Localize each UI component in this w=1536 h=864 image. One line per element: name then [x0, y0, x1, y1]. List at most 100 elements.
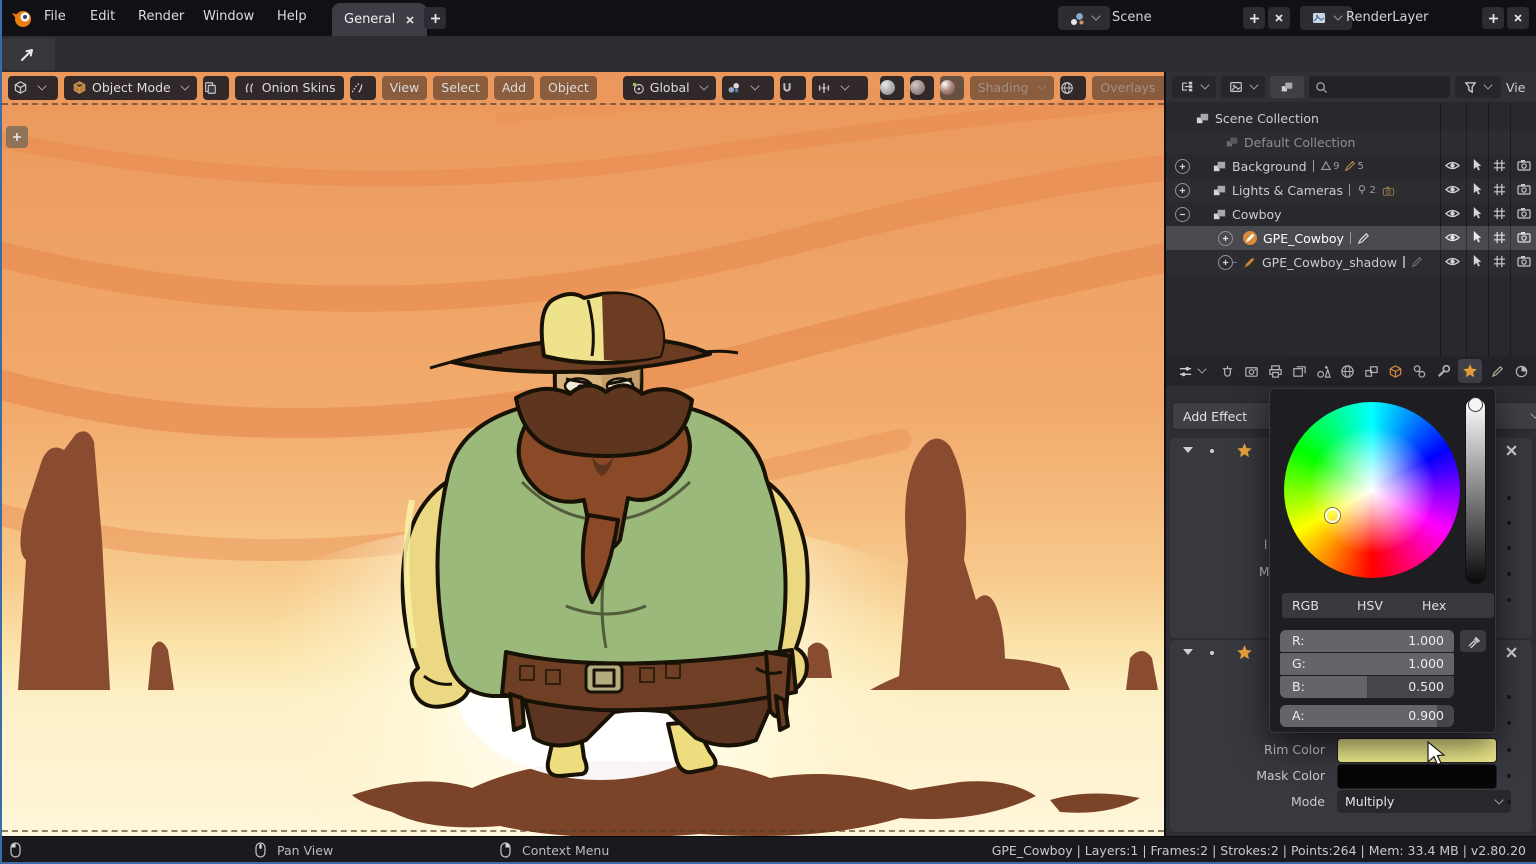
eye-icon[interactable]	[1445, 232, 1461, 243]
camera-icon[interactable]	[1517, 159, 1531, 171]
grid-icon[interactable]	[1493, 159, 1506, 172]
pointer-icon[interactable]	[1471, 230, 1483, 244]
grid-icon[interactable]	[1493, 183, 1506, 196]
outliner-row-scene-collection[interactable]: Scene Collection	[1166, 106, 1536, 130]
menu-add[interactable]: Add	[493, 75, 535, 100]
eye-icon[interactable]	[1445, 208, 1461, 219]
animate-dot[interactable]	[1507, 748, 1511, 752]
tab-tool[interactable]	[1218, 359, 1236, 383]
remove-effect-icon[interactable]	[1505, 646, 1518, 659]
expand-icon[interactable]	[1175, 182, 1190, 198]
tab-material[interactable]	[1512, 359, 1530, 383]
tab-world[interactable]	[1338, 359, 1356, 383]
channel-b-slider[interactable]: B: 0.500	[1280, 676, 1454, 698]
active-tool-button[interactable]	[0, 38, 55, 70]
expand-icon[interactable]	[1218, 254, 1233, 270]
grease-pencil-copy-button[interactable]	[202, 75, 229, 100]
pointer-icon[interactable]	[1471, 206, 1483, 220]
camera-icon[interactable]	[1517, 255, 1531, 267]
menu-edit[interactable]: Edit	[90, 9, 115, 24]
snap-toggle-button[interactable]	[779, 75, 806, 100]
mask-color-swatch[interactable]	[1337, 764, 1497, 789]
shading-material-button[interactable]	[909, 75, 934, 100]
menu-render[interactable]: Render	[138, 9, 184, 24]
row-restrictions[interactable]	[1440, 230, 1536, 244]
remove-render-layer-button[interactable]	[1507, 7, 1529, 29]
channel-g-slider[interactable]: G: 1.000	[1280, 653, 1454, 675]
tab-hex[interactable]: Hex	[1412, 593, 1494, 618]
menu-window[interactable]: Window	[203, 9, 254, 24]
pointer-icon[interactable]	[1471, 254, 1483, 268]
scene-collection-filter-button[interactable]	[1270, 76, 1304, 98]
animate-dot[interactable]	[1507, 496, 1511, 500]
workspace-tab-general[interactable]: General	[332, 3, 428, 36]
scene-name[interactable]: Scene	[1112, 10, 1152, 25]
camera-icon[interactable]	[1517, 207, 1531, 219]
animate-dot[interactable]	[1507, 800, 1511, 804]
tab-data[interactable]	[1488, 359, 1506, 383]
tab-view-layer[interactable]	[1290, 359, 1308, 383]
outliner-row-default-collection[interactable]: Default Collection	[1166, 130, 1536, 154]
overlays-dropdown[interactable]: Overlays	[1092, 75, 1164, 100]
camera-icon[interactable]	[1517, 183, 1531, 195]
add-render-layer-button[interactable]	[1482, 7, 1504, 29]
snap-target-dropdown[interactable]	[721, 75, 774, 100]
grid-icon[interactable]	[1493, 207, 1506, 220]
animate-dot[interactable]	[1507, 546, 1511, 550]
viewport-3d[interactable]: Object Mode Onion Skins View Select Add …	[2, 72, 1164, 836]
eye-icon[interactable]	[1445, 184, 1461, 195]
outliner-filter-button[interactable]	[1455, 76, 1501, 98]
tab-modifiers[interactable]	[1434, 359, 1452, 383]
eyedropper-button[interactable]	[1460, 630, 1486, 652]
row-restrictions[interactable]	[1440, 206, 1536, 220]
value-slider[interactable]	[1465, 398, 1486, 584]
row-restrictions[interactable]	[1440, 254, 1536, 268]
close-tab-icon[interactable]	[405, 15, 415, 25]
animate-dot[interactable]	[1507, 695, 1511, 699]
menu-file[interactable]: File	[44, 9, 66, 24]
panel-expand-icon[interactable]	[1183, 649, 1193, 655]
properties-editor-type-button[interactable]	[1172, 359, 1212, 383]
outliner-view-menu[interactable]: Vie	[1506, 80, 1530, 95]
mode-dropdown[interactable]: Object Mode	[64, 75, 197, 100]
menu-select[interactable]: Select	[433, 75, 488, 100]
animate-dot[interactable]	[1507, 572, 1511, 576]
unlink-scene-button[interactable]	[1268, 7, 1290, 29]
add-workspace-button[interactable]	[424, 7, 446, 29]
scene-selector[interactable]	[1058, 6, 1110, 30]
outliner-editor-type-button[interactable]	[1172, 76, 1216, 98]
onion-skins-button[interactable]: Onion Skins	[234, 75, 344, 100]
toolbar-expand-button[interactable]	[6, 126, 28, 148]
animate-dot[interactable]	[1507, 598, 1511, 602]
tab-output[interactable]	[1266, 359, 1284, 383]
tab-effects[interactable]	[1458, 359, 1482, 383]
eye-icon[interactable]	[1445, 160, 1461, 171]
blender-logo-icon[interactable]	[10, 6, 34, 30]
row-restrictions[interactable]	[1440, 158, 1536, 172]
rim-color-swatch[interactable]	[1337, 738, 1497, 763]
transform-orientation-dropdown[interactable]: Global	[622, 75, 716, 100]
outliner-search-input[interactable]	[1309, 76, 1450, 98]
proportional-editing-dropdown[interactable]	[811, 75, 868, 100]
menu-view[interactable]: View	[381, 75, 428, 100]
animate-dot[interactable]	[1507, 521, 1511, 525]
channel-r-slider[interactable]: R: 1.000	[1280, 630, 1454, 652]
shading-dropdown[interactable]: Shading	[969, 75, 1055, 100]
tab-render[interactable]	[1242, 359, 1260, 383]
pointer-icon[interactable]	[1471, 158, 1483, 172]
grid-icon[interactable]	[1493, 231, 1506, 244]
expand-icon[interactable]	[1218, 230, 1233, 246]
color-wheel[interactable]	[1284, 402, 1460, 578]
new-scene-button[interactable]	[1243, 7, 1265, 29]
value-slider-handle[interactable]	[1468, 397, 1483, 412]
panel-expand-icon[interactable]	[1183, 447, 1193, 453]
editor-type-button[interactable]	[8, 75, 58, 100]
render-layer-selector[interactable]	[1300, 6, 1352, 30]
outliner-display-mode-button[interactable]	[1221, 76, 1265, 98]
tab-collection[interactable]	[1362, 359, 1380, 383]
grid-icon[interactable]	[1493, 255, 1506, 268]
channel-a-slider[interactable]: A: 0.900	[1280, 705, 1454, 727]
camera-icon[interactable]	[1517, 231, 1531, 243]
render-layer-name[interactable]: RenderLayer	[1346, 10, 1429, 25]
mode-dropdown[interactable]: Multiply	[1337, 790, 1511, 813]
